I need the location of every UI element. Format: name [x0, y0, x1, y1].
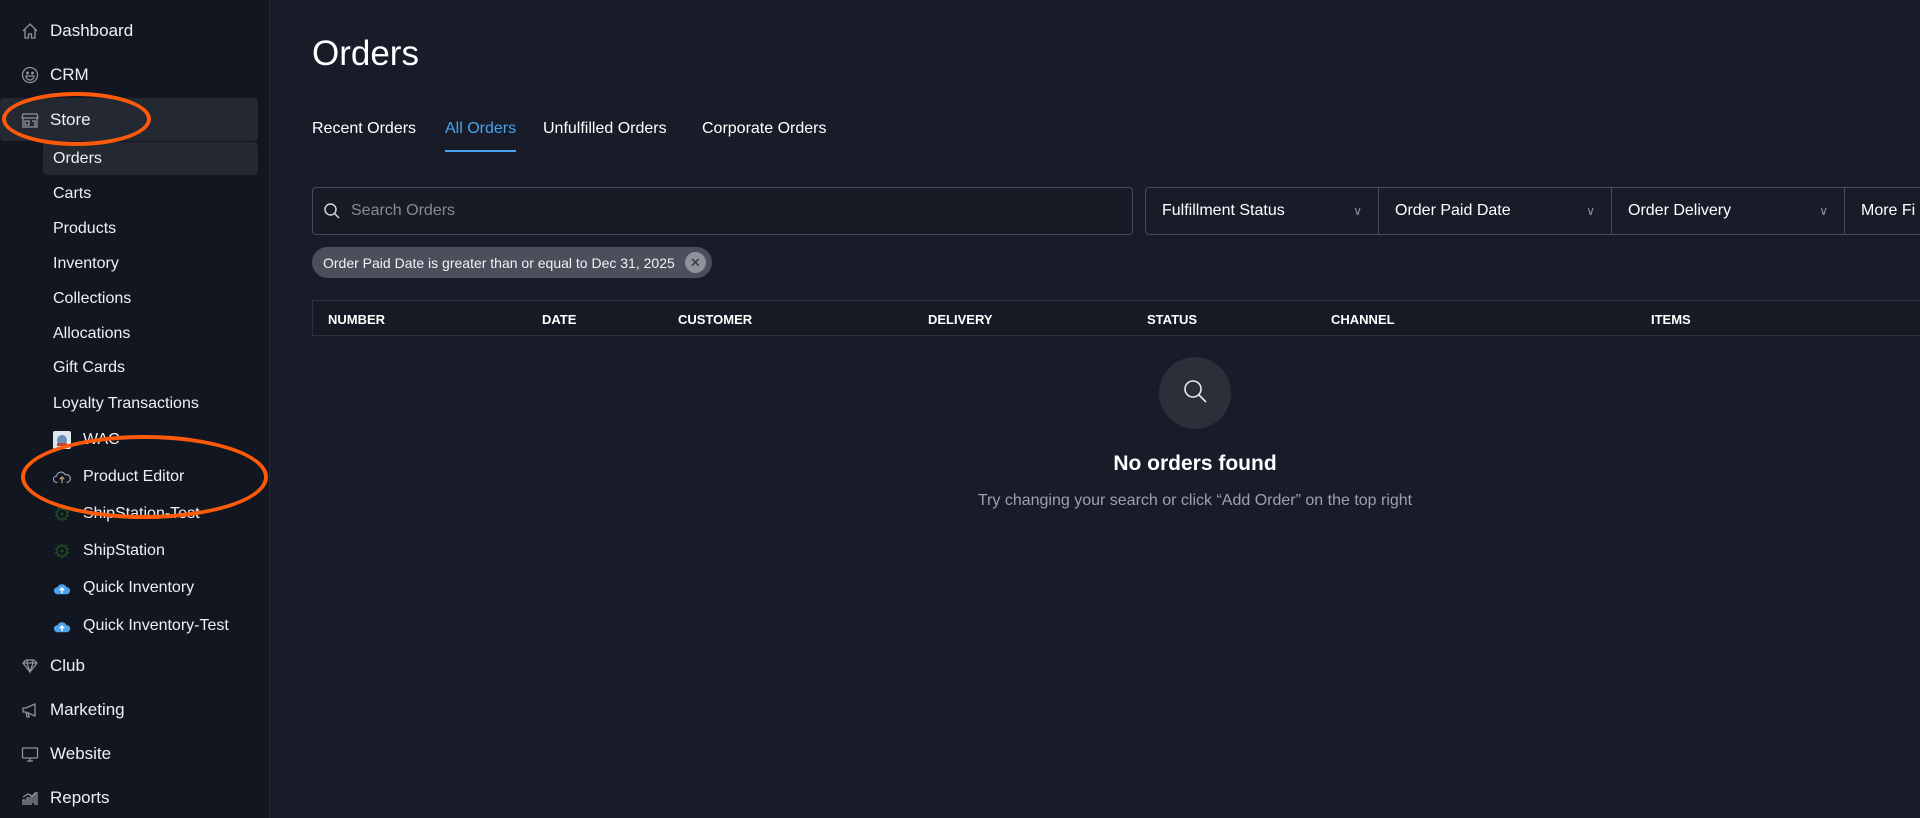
page-title: Orders [312, 34, 419, 73]
order-paid-date-dropdown[interactable]: Order Paid Date ∨ [1379, 188, 1612, 234]
column-customer[interactable]: CUSTOMER [678, 312, 752, 327]
column-delivery[interactable]: DELIVERY [928, 312, 993, 327]
sidebar-item-shipstation-test[interactable]: ⚙ ShipStation-Test [0, 503, 258, 526]
close-icon[interactable]: ✕ [684, 252, 706, 273]
monitor-icon [21, 745, 39, 763]
sidebar-item-quick-inventory-test[interactable]: Quick Inventory-Test [0, 615, 258, 637]
chevron-down-icon: ∨ [1819, 204, 1828, 218]
cloud-upload-icon [53, 617, 71, 635]
sidebar-item-store[interactable]: Store [0, 98, 258, 141]
home-icon [21, 22, 39, 40]
tab-all-orders[interactable]: All Orders [445, 120, 517, 152]
sidebar: Dashboard CRM Store Orders Carts Product… [0, 0, 270, 818]
filter-chip: Order Paid Date is greater than or equal… [312, 247, 712, 278]
smiley-icon [21, 66, 39, 84]
bar-chart-icon [21, 789, 39, 807]
sidebar-item-website[interactable]: Website [0, 743, 258, 765]
megaphone-icon [21, 701, 39, 719]
empty-state-message: Try changing your search or click “Add O… [977, 492, 1413, 509]
tab-corporate-orders[interactable]: Corporate Orders [702, 120, 827, 150]
more-filters-button[interactable]: More Fi [1845, 188, 1920, 234]
gear-icon: ⚙ [53, 540, 71, 563]
sidebar-item-carts[interactable]: Carts [0, 183, 258, 205]
table-header: NUMBER DATE CUSTOMER DELIVERY STATUS CHA… [312, 300, 1920, 336]
main-content: Orders Recent Orders All Orders Unfulfil… [271, 0, 1920, 818]
wac-logo-icon [53, 431, 71, 449]
sidebar-item-products[interactable]: Products [0, 218, 258, 240]
column-items[interactable]: ITEMS [1651, 312, 1691, 327]
cloud-upload-icon [53, 579, 71, 597]
sidebar-item-wac[interactable]: WAC [0, 429, 258, 451]
tab-unfulfilled-orders[interactable]: Unfulfilled Orders [543, 120, 667, 150]
search-icon [323, 202, 341, 220]
cloud-upload-outline-icon [53, 468, 71, 486]
order-delivery-dropdown[interactable]: Order Delivery ∨ [1612, 188, 1845, 234]
column-date[interactable]: DATE [542, 312, 576, 327]
sidebar-item-quick-inventory[interactable]: Quick Inventory [0, 577, 258, 599]
storefront-icon [21, 111, 39, 129]
gear-icon: ⚙ [53, 503, 71, 526]
search-box [312, 187, 1133, 235]
sidebar-item-inventory[interactable]: Inventory [0, 253, 258, 275]
sidebar-item-loyalty-transactions[interactable]: Loyalty Transactions [0, 393, 258, 415]
chevron-down-icon: ∨ [1586, 204, 1595, 218]
sidebar-item-dashboard[interactable]: Dashboard [0, 20, 258, 42]
empty-state-title: No orders found [1113, 452, 1277, 475]
sidebar-item-orders[interactable]: Orders [43, 142, 258, 175]
sidebar-item-product-editor[interactable]: Product Editor [0, 466, 258, 488]
diamond-icon [21, 657, 39, 675]
column-number[interactable]: NUMBER [328, 312, 385, 327]
search-icon [1181, 377, 1209, 410]
tab-recent-orders[interactable]: Recent Orders [312, 120, 416, 150]
sidebar-item-reports[interactable]: Reports [0, 787, 258, 809]
chevron-down-icon: ∨ [1353, 204, 1362, 218]
empty-state-icon [1159, 357, 1231, 429]
sidebar-item-shipstation[interactable]: ⚙ ShipStation [0, 540, 258, 563]
sidebar-item-marketing[interactable]: Marketing [0, 699, 258, 721]
sidebar-item-crm[interactable]: CRM [0, 64, 258, 86]
column-channel[interactable]: CHANNEL [1331, 312, 1395, 327]
column-status[interactable]: STATUS [1147, 312, 1197, 327]
sidebar-item-allocations[interactable]: Allocations [0, 323, 258, 345]
sidebar-item-gift-cards[interactable]: Gift Cards [0, 357, 258, 379]
fulfillment-status-dropdown[interactable]: Fulfillment Status ∨ [1146, 188, 1379, 234]
sidebar-item-collections[interactable]: Collections [0, 288, 258, 310]
filter-bar: Fulfillment Status ∨ Order Paid Date ∨ Ord… [1145, 187, 1920, 235]
search-input[interactable] [351, 202, 1111, 220]
sidebar-item-club[interactable]: Club [0, 655, 258, 677]
